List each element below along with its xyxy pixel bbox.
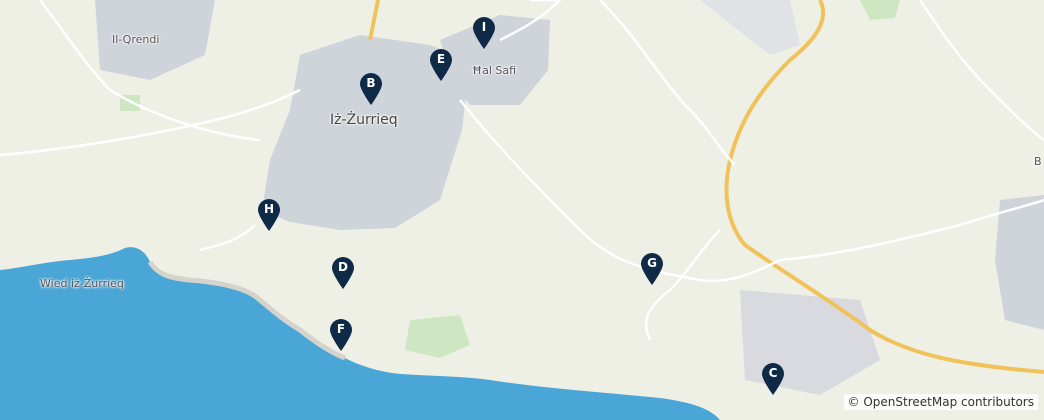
map-marker-g[interactable]: G [639, 252, 665, 286]
marker-label: G [647, 256, 657, 270]
place-label-wied-iz-zurrieq: Wied iż-Żurrieq [40, 277, 124, 290]
map-marker-d[interactable]: D [330, 256, 356, 290]
marker-label: F [336, 322, 346, 336]
marker-label: H [263, 202, 275, 216]
marker-label: B [366, 76, 376, 90]
map-marker-e[interactable]: E [428, 48, 454, 82]
marker-label: C [768, 366, 778, 380]
map-canvas[interactable]: Il-Qrendi Iż-Żurrieq Ħal Safi Wied iż-Żu… [0, 0, 1044, 420]
map-marker-c[interactable]: C [760, 362, 786, 396]
marker-label: D [338, 260, 348, 274]
place-label-b-partial: B [1034, 155, 1042, 168]
map-marker-i[interactable]: I [471, 16, 497, 50]
place-label-iz-zurrieq: Iż-Żurrieq [330, 112, 398, 128]
place-label-il-qrendi: Il-Qrendi [112, 33, 160, 46]
map-marker-f[interactable]: F [328, 318, 354, 352]
map-base-layer [0, 0, 1044, 420]
marker-label: E [436, 52, 446, 66]
map-marker-b[interactable]: B [358, 72, 384, 106]
map-attribution[interactable]: © OpenStreetMap contributors [843, 394, 1038, 410]
place-label-hal-safi: Ħal Safi [472, 64, 517, 77]
marker-label: I [481, 20, 487, 34]
map-marker-h[interactable]: H [256, 198, 282, 232]
